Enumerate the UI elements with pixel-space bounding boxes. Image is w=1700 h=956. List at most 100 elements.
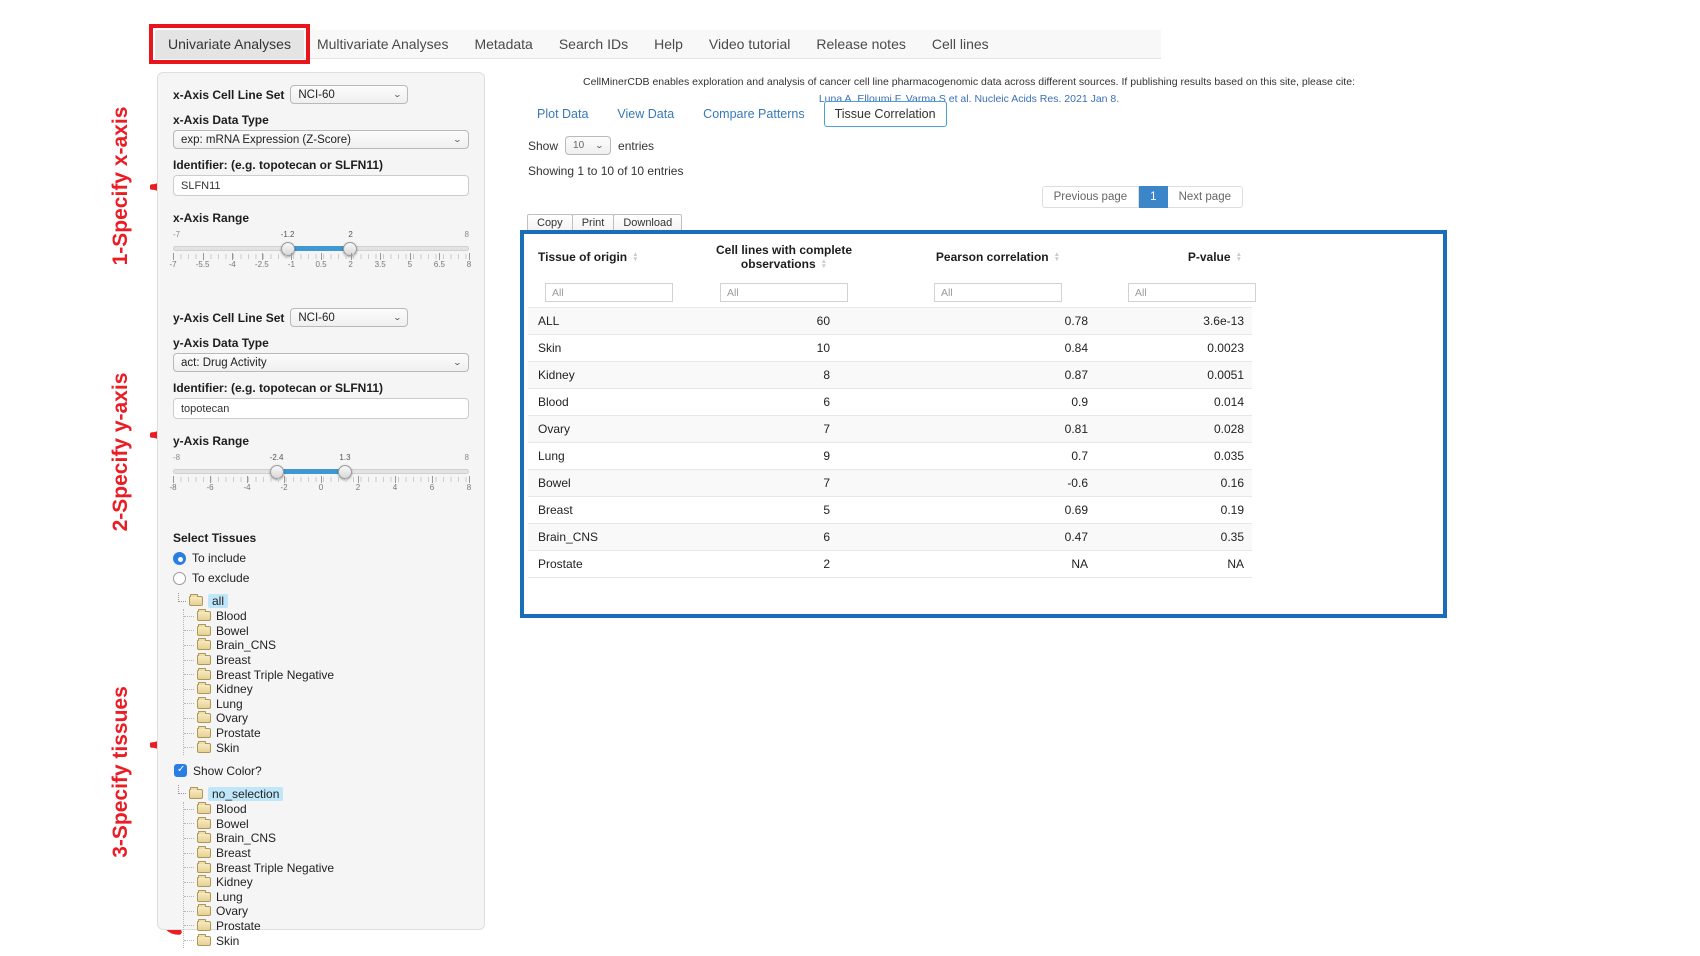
table-row[interactable]: ALL600.783.6e-13 xyxy=(528,308,1252,335)
x-axis-range-slider[interactable]: -7-1.228-7-5.5-4-2.5-10.523.556.58 xyxy=(173,230,469,282)
sort-icon[interactable]: ▲▼ xyxy=(1236,253,1242,262)
folder-icon xyxy=(197,670,211,680)
tick-label: 8 xyxy=(467,260,471,269)
include-tree-root-all[interactable]: all xyxy=(208,594,228,608)
y-axis-identifier-input[interactable] xyxy=(173,398,469,419)
column-header-p-value[interactable]: P-value▲▼ xyxy=(1118,236,1252,276)
chevron-down-icon: ⌄ xyxy=(392,313,401,322)
column-header-cell-lines-with-complete-observations[interactable]: Cell lines with complete observations▲▼ xyxy=(690,236,878,276)
entries-control: Show 10 ⌄ entries xyxy=(528,136,654,155)
nav-item-univariate-analyses[interactable]: Univariate Analyses xyxy=(155,30,304,58)
table-row[interactable]: Blood60.90.014 xyxy=(528,389,1252,416)
x-axis-data-type-value: exp: mRNA Expression (Z-Score) xyxy=(181,134,351,146)
select-tissues-label: Select Tissues xyxy=(173,531,469,545)
tick-label: -4 xyxy=(229,260,236,269)
filter-input-pearson-correlation[interactable] xyxy=(934,283,1062,302)
color-tree-item-blood[interactable]: Blood xyxy=(184,802,469,817)
include-tree-item-breast-triple-negative[interactable]: Breast Triple Negative xyxy=(184,667,469,682)
entries-count-select[interactable]: 10 ⌄ xyxy=(565,136,611,155)
tab-view-data[interactable]: View Data xyxy=(607,102,684,126)
tissue-mode-option-to-include[interactable]: To include xyxy=(173,551,469,565)
nav-item-video-tutorial[interactable]: Video tutorial xyxy=(696,30,803,58)
table-row[interactable]: Kidney80.870.0051 xyxy=(528,362,1252,389)
y-axis-data-type-select[interactable]: act: Drug Activity ⌄ xyxy=(173,353,469,372)
y-axis-range-slider[interactable]: -8-2.41.38-8-6-4-202468 xyxy=(173,453,469,505)
table-row[interactable]: Skin100.840.0023 xyxy=(528,335,1252,362)
nav-item-search-ids[interactable]: Search IDs xyxy=(546,30,641,58)
table-row[interactable]: Lung90.70.035 xyxy=(528,443,1252,470)
x-axis-identifier-input[interactable] xyxy=(173,175,469,196)
color-tree-item-skin[interactable]: Skin xyxy=(184,933,469,948)
nav-item-cell-lines[interactable]: Cell lines xyxy=(919,30,1002,58)
color-tree-root-no-selection[interactable]: no_selection xyxy=(208,787,283,801)
filter-input-cell-lines-with-complete-observations[interactable] xyxy=(720,283,848,302)
color-tree-item-brain-cns[interactable]: Brain_CNS xyxy=(184,831,469,846)
tree-branch-icon xyxy=(184,616,194,617)
x-range-to-value: 2 xyxy=(348,230,352,239)
x-range-selected-range xyxy=(288,246,351,251)
show-color-checkbox[interactable] xyxy=(174,764,187,777)
include-tree-item-skin[interactable]: Skin xyxy=(184,740,469,755)
include-tree-item-kidney[interactable]: Kidney xyxy=(184,682,469,697)
filter-input-tissue-of-origin[interactable] xyxy=(545,283,673,302)
nav-item-help[interactable]: Help xyxy=(641,30,696,58)
table-row[interactable]: Bowel7-0.60.16 xyxy=(528,470,1252,497)
table-row[interactable]: Prostate2NANA xyxy=(528,551,1252,578)
radio-to-exclude-icon[interactable] xyxy=(173,572,186,585)
table-row[interactable]: Ovary70.810.028 xyxy=(528,416,1252,443)
tissue-mode-option-to-exclude[interactable]: To exclude xyxy=(173,571,469,585)
tree-branch-icon xyxy=(184,645,194,646)
include-tree-item-prostate[interactable]: Prostate xyxy=(184,726,469,741)
column-header-tissue-of-origin[interactable]: Tissue of origin▲▼ xyxy=(528,236,690,276)
y-range-track[interactable] xyxy=(173,469,469,474)
column-header-pearson-correlation[interactable]: Pearson correlation▲▼ xyxy=(878,236,1118,276)
filter-input-p-value[interactable] xyxy=(1128,283,1256,302)
color-tree-item-bowel[interactable]: Bowel xyxy=(184,817,469,832)
tick-label: 5 xyxy=(408,260,412,269)
next-page-button[interactable]: Next page xyxy=(1168,186,1243,208)
tree-branch-icon xyxy=(184,733,194,734)
x-range-labels: -7-1.228 xyxy=(173,230,469,242)
tissue-correlation-table: Tissue of origin▲▼Cell lines with comple… xyxy=(528,236,1252,578)
radio-to-include-icon[interactable] xyxy=(173,552,186,565)
tick-label: 0 xyxy=(319,483,323,492)
show-color-label: Show Color? xyxy=(193,764,262,778)
include-tree-root-row: all xyxy=(176,593,469,609)
color-tree-item-breast-triple-negative[interactable]: Breast Triple Negative xyxy=(184,860,469,875)
previous-page-button[interactable]: Previous page xyxy=(1042,186,1140,208)
table-row[interactable]: Brain_CNS60.470.35 xyxy=(528,524,1252,551)
include-tree-item-breast[interactable]: Breast xyxy=(184,653,469,668)
tab-tissue-correlation[interactable]: Tissue Correlation xyxy=(824,101,947,127)
color-tree-item-prostate[interactable]: Prostate xyxy=(184,919,469,934)
result-tabs: Plot Data View Data Compare Patterns Tissue… xyxy=(527,101,947,127)
include-tree-item-blood[interactable]: Blood xyxy=(184,609,469,624)
page-number-button[interactable]: 1 xyxy=(1139,186,1167,208)
sort-icon[interactable]: ▲▼ xyxy=(632,253,638,262)
include-tree-item-ovary[interactable]: Ovary xyxy=(184,711,469,726)
color-tree-item-ovary[interactable]: Ovary xyxy=(184,904,469,919)
y-range-max-label: 8 xyxy=(465,453,469,462)
show-color-checkbox-row[interactable]: Show Color? xyxy=(174,764,469,778)
sort-icon[interactable]: ▲▼ xyxy=(1054,253,1060,262)
nav-item-release-notes[interactable]: Release notes xyxy=(803,30,919,58)
include-tree-item-lung[interactable]: Lung xyxy=(184,697,469,712)
table-row[interactable]: Breast50.690.19 xyxy=(528,497,1252,524)
tree-branch-icon xyxy=(184,809,194,810)
x-axis-cell-line-set-select[interactable]: NCI-60 ⌄ xyxy=(290,85,408,104)
nav-item-metadata[interactable]: Metadata xyxy=(461,30,545,58)
nav-item-multivariate-analyses[interactable]: Multivariate Analyses xyxy=(304,30,462,58)
include-tree-item-brain-cns[interactable]: Brain_CNS xyxy=(184,638,469,653)
color-tree-item-lung[interactable]: Lung xyxy=(184,890,469,905)
tab-plot-data[interactable]: Plot Data xyxy=(527,102,598,126)
tab-compare-patterns[interactable]: Compare Patterns xyxy=(693,102,814,126)
color-tree-item-breast[interactable]: Breast xyxy=(184,846,469,861)
x-axis-data-type-select[interactable]: exp: mRNA Expression (Z-Score) ⌄ xyxy=(173,130,469,149)
tick-label: 4 xyxy=(393,483,397,492)
sort-icon[interactable]: ▲▼ xyxy=(821,260,827,269)
table-status-text: Showing 1 to 10 of 10 entries xyxy=(528,164,683,178)
x-range-track[interactable] xyxy=(173,246,469,251)
y-axis-cell-line-set-select[interactable]: NCI-60 ⌄ xyxy=(290,308,408,327)
tree-branch-icon xyxy=(184,867,194,868)
include-tree-item-bowel[interactable]: Bowel xyxy=(184,624,469,639)
color-tree-item-kidney[interactable]: Kidney xyxy=(184,875,469,890)
